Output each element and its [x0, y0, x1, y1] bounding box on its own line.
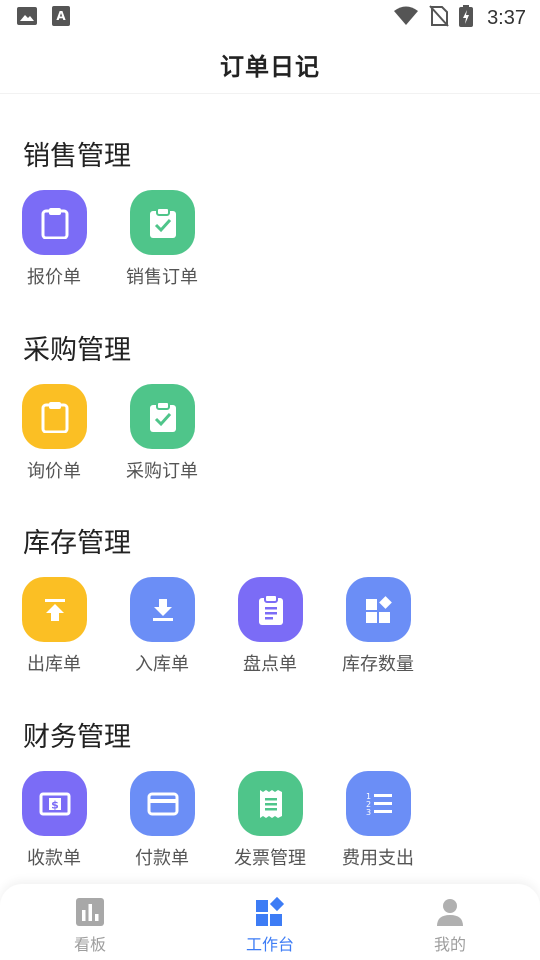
status-time: 3:37 — [487, 6, 526, 29]
widgets-icon — [346, 577, 411, 642]
section-grid: $ 收款单 付款单 发票管理 123 费用支出 — [0, 771, 540, 871]
purchase-order-button[interactable]: 采购订单 — [108, 384, 216, 484]
section-title: 销售管理 — [23, 141, 131, 172]
item-label: 库存数量 — [342, 654, 414, 675]
person-icon — [434, 896, 466, 928]
tab-profile[interactable]: 我的 — [360, 884, 540, 960]
quotation-button[interactable]: 报价单 — [0, 190, 108, 290]
image-icon — [16, 6, 38, 30]
workbench-content: 销售管理 报价单 销售订单 采购管理 询价单 采购订单 库存管理 出库单 入库单… — [0, 94, 540, 884]
item-label: 出库单 — [27, 654, 81, 675]
stocktake-button[interactable]: 盘点单 — [216, 577, 324, 677]
text-a-icon: A — [52, 6, 70, 30]
tab-workbench[interactable]: 工作台 — [180, 884, 360, 960]
svg-text:3: 3 — [366, 808, 371, 817]
receipt-voucher-button[interactable]: $ 收款单 — [0, 771, 108, 871]
tab-label: 我的 — [433, 935, 466, 954]
item-label: 费用支出 — [342, 848, 414, 869]
section-title: 财务管理 — [23, 722, 131, 753]
outbound-button[interactable]: 出库单 — [0, 577, 108, 677]
page-title: 订单日记 — [220, 53, 320, 81]
app-bar: 订单日记 — [0, 36, 540, 94]
wifi-icon — [393, 6, 419, 30]
section-grid: 报价单 销售订单 — [0, 190, 540, 290]
bar-chart-icon — [74, 896, 106, 928]
item-label: 盘点单 — [243, 654, 297, 675]
numbered-list-icon: 123 — [346, 771, 411, 836]
svg-text:$: $ — [51, 798, 59, 811]
tab-dashboard[interactable]: 看板 — [0, 884, 180, 960]
clipboard-icon — [22, 384, 87, 449]
sales-order-button[interactable]: 销售订单 — [108, 190, 216, 290]
clipboard-icon — [22, 190, 87, 255]
section-title: 采购管理 — [23, 335, 131, 366]
clipboard-check-icon — [130, 384, 195, 449]
item-label: 询价单 — [27, 461, 81, 482]
item-label: 发票管理 — [234, 848, 306, 869]
upload-icon — [22, 577, 87, 642]
clipboard-list-icon — [238, 577, 303, 642]
battery-charging-icon — [459, 5, 474, 31]
section-grid: 出库单 入库单 盘点单 库存数量 — [0, 577, 540, 677]
clipboard-check-icon — [130, 190, 195, 255]
item-label: 付款单 — [135, 848, 189, 869]
inquiry-button[interactable]: 询价单 — [0, 384, 108, 484]
payment-voucher-button[interactable]: 付款单 — [108, 771, 216, 871]
download-icon — [130, 577, 195, 642]
bottom-tab-bar: 看板 工作台 我的 — [0, 884, 540, 960]
credit-card-icon — [130, 771, 195, 836]
no-sim-icon — [429, 5, 449, 31]
item-label: 收款单 — [27, 848, 81, 869]
expense-button[interactable]: 123 费用支出 — [324, 771, 432, 871]
tab-label: 工作台 — [245, 935, 294, 954]
receipt-icon — [238, 771, 303, 836]
status-bar: A 3:37 — [0, 0, 540, 36]
tab-label: 看板 — [73, 935, 106, 954]
item-label: 采购订单 — [126, 461, 198, 482]
widgets-icon — [254, 896, 286, 928]
inbound-button[interactable]: 入库单 — [108, 577, 216, 677]
stock-quantity-button[interactable]: 库存数量 — [324, 577, 432, 677]
invoice-management-button[interactable]: 发票管理 — [216, 771, 324, 871]
item-label: 报价单 — [27, 267, 81, 288]
section-grid: 询价单 采购订单 — [0, 384, 540, 484]
item-label: 入库单 — [135, 654, 189, 675]
section-title: 库存管理 — [23, 528, 131, 559]
item-label: 销售订单 — [126, 267, 198, 288]
money-icon: $ — [22, 771, 87, 836]
svg-text:A: A — [56, 9, 66, 23]
